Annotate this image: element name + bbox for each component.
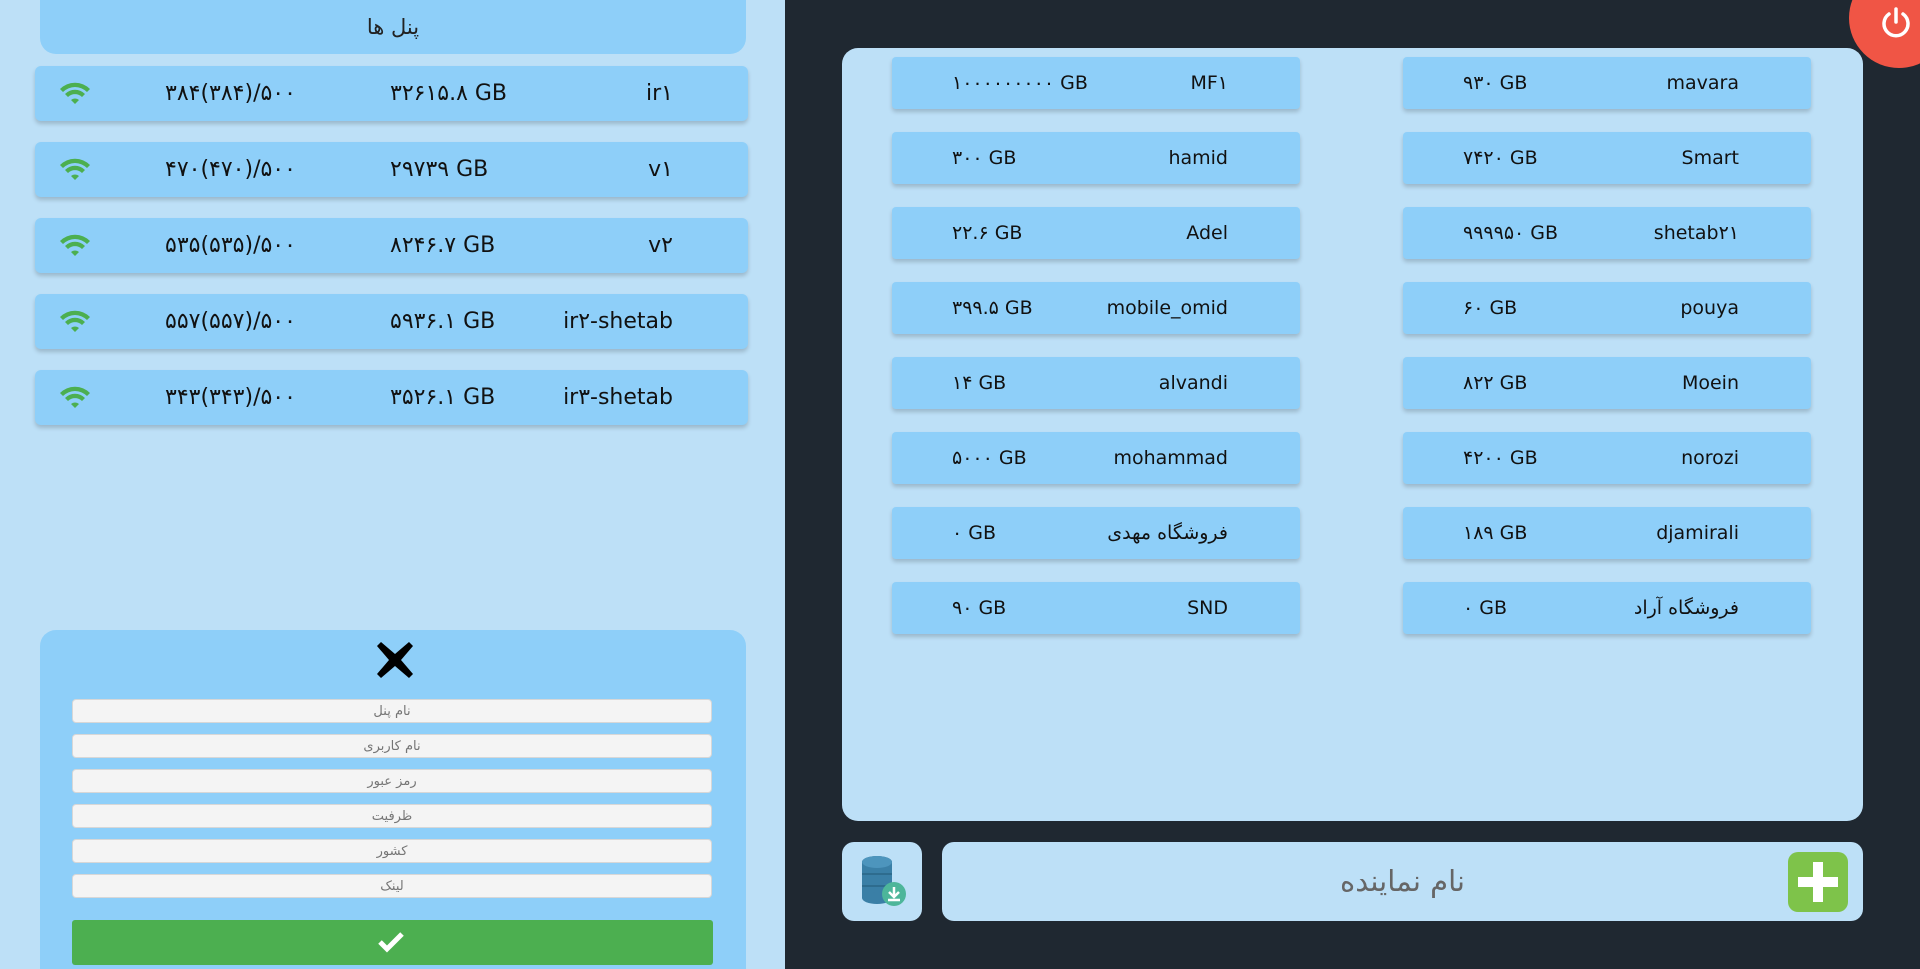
database-download-icon <box>862 856 906 906</box>
agent-card[interactable]: ۱۸۹ GB djamirali <box>1403 507 1811 559</box>
agent-name: alvandi <box>1158 372 1228 394</box>
server-name: ir۱ <box>646 81 673 106</box>
plus-icon <box>1798 862 1838 902</box>
agent-name: norozi <box>1681 447 1739 469</box>
agent-volume: ۲۲.۶ GB <box>952 222 1023 244</box>
server-row[interactable]: ۳۸۴(۳۸۴)/۵۰۰ ۳۲۶۱۵.۸ GB ir۱ <box>35 66 748 121</box>
agent-name: Moein <box>1681 372 1739 394</box>
wifi-icon <box>60 82 90 104</box>
agent-name: فروشگاه آراد <box>1633 597 1739 619</box>
agent-name: MF۱ <box>1190 72 1228 94</box>
agent-volume: ۹۰ GB <box>952 597 1007 619</box>
agent-volume: ۳۰۰ GB <box>952 147 1017 169</box>
agent-name: فروشگاه مهدی <box>1107 522 1228 544</box>
database-download-button[interactable] <box>842 842 922 921</box>
agent-card[interactable]: ۳۹۹.۵ GB mobile_omid <box>892 282 1300 334</box>
add-panel-form <box>40 630 746 969</box>
server-volume: ۸۲۴۶.۷ GB <box>390 233 496 258</box>
submit-button[interactable] <box>72 920 713 965</box>
agent-volume: ۹۹۹۹۵۰ GB <box>1463 222 1559 244</box>
server-users: ۵۳۵(۵۳۵)/۵۰۰ <box>165 233 296 258</box>
server-name: v۱ <box>648 157 673 182</box>
wifi-icon <box>60 234 90 256</box>
agent-volume: ۱۸۹ GB <box>1463 522 1528 544</box>
country-input[interactable] <box>72 839 712 863</box>
wifi-icon <box>60 386 90 408</box>
agent-card[interactable]: ۹۹۹۹۵۰ GB shetab۲۱ <box>1403 207 1811 259</box>
agent-card[interactable]: ۵۰۰۰ GB mohammad <box>892 432 1300 484</box>
wifi-icon <box>60 158 90 180</box>
server-name: v۲ <box>648 233 673 258</box>
server-volume: ۵۹۳۶.۱ GB <box>390 309 496 334</box>
agent-card[interactable]: ۰ GB فروشگاه مهدی <box>892 507 1300 559</box>
server-users: ۳۴۳(۳۴۳)/۵۰۰ <box>165 385 296 410</box>
server-volume: ۳۲۶۱۵.۸ GB <box>390 81 508 106</box>
agent-card[interactable]: ۹۰ GB SND <box>892 582 1300 634</box>
agent-volume: ۹۳۰ GB <box>1463 72 1528 94</box>
server-name: ir۲-shetab <box>563 309 673 334</box>
agent-name: mobile_omid <box>1106 297 1228 319</box>
agent-card[interactable]: ۴۲۰۰ GB norozi <box>1403 432 1811 484</box>
agent-name: Adel <box>1186 222 1228 244</box>
agent-name: mavara <box>1666 72 1740 94</box>
add-agent-button[interactable] <box>1788 852 1848 912</box>
wifi-icon <box>60 310 90 332</box>
server-volume: ۳۵۲۶.۱ GB <box>390 385 496 410</box>
agent-card[interactable]: ۶۰ GB pouya <box>1403 282 1811 334</box>
agent-volume: ۳۹۹.۵ GB <box>952 297 1033 319</box>
agent-card[interactable]: ۱۰۰۰۰۰۰۰۰۰ GB MF۱ <box>892 57 1300 109</box>
agent-volume: ۸۲۲ GB <box>1463 372 1528 394</box>
agent-volume: ۱۴ GB <box>952 372 1007 394</box>
server-row[interactable]: ۴۷۰(۴۷۰)/۵۰۰ ۲۹۷۳۹ GB v۱ <box>35 142 748 197</box>
agent-name: pouya <box>1680 297 1739 319</box>
agent-card[interactable]: ۳۰۰ GB hamid <box>892 132 1300 184</box>
panels-title: پنل ها <box>40 0 746 54</box>
agent-card[interactable]: ۷۴۲۰ GB Smart <box>1403 132 1811 184</box>
capacity-input[interactable] <box>72 804 712 828</box>
agent-card[interactable]: ۹۳۰ GB mavara <box>1403 57 1811 109</box>
server-row[interactable]: ۵۵۷(۵۵۷)/۵۰۰ ۵۹۳۶.۱ GB ir۲-shetab <box>35 294 748 349</box>
link-input[interactable] <box>72 874 712 898</box>
agent-name: djamirali <box>1656 522 1739 544</box>
server-name: ir۳-shetab <box>563 385 673 410</box>
agent-volume: ۱۰۰۰۰۰۰۰۰۰ GB <box>952 72 1088 94</box>
server-row[interactable]: ۳۴۳(۳۴۳)/۵۰۰ ۳۵۲۶.۱ GB ir۳-shetab <box>35 370 748 425</box>
server-volume: ۲۹۷۳۹ GB <box>390 157 489 182</box>
agent-name: shetab۲۱ <box>1653 222 1739 244</box>
agent-card[interactable]: ۱۴ GB alvandi <box>892 357 1300 409</box>
agent-name: Smart <box>1681 147 1739 169</box>
close-icon[interactable] <box>375 640 415 680</box>
panel-name-input[interactable] <box>72 699 712 723</box>
username-input[interactable] <box>72 734 712 758</box>
agent-volume: ۷۴۲۰ GB <box>1463 147 1538 169</box>
agent-volume: ۰ GB <box>1463 597 1508 619</box>
agent-card[interactable]: ۰ GB فروشگاه آراد <box>1403 582 1811 634</box>
agent-volume: ۴۲۰۰ GB <box>1463 447 1538 469</box>
agent-name: SND <box>1187 597 1228 619</box>
add-agent-bar[interactable]: نام نماینده <box>942 842 1863 921</box>
agent-volume: ۰ GB <box>952 522 997 544</box>
agent-name: mohammad <box>1113 447 1228 469</box>
server-users: ۵۵۷(۵۵۷)/۵۰۰ <box>165 309 296 334</box>
agent-name-input[interactable]: نام نماینده <box>942 842 1863 921</box>
password-input[interactable] <box>72 769 712 793</box>
server-users: ۳۸۴(۳۸۴)/۵۰۰ <box>165 81 296 106</box>
agent-volume: ۵۰۰۰ GB <box>952 447 1027 469</box>
check-icon <box>378 932 404 953</box>
power-icon <box>1882 7 1910 38</box>
agent-card[interactable]: ۲۲.۶ GB Adel <box>892 207 1300 259</box>
agents-grid: ۱۰۰۰۰۰۰۰۰۰ GB MF۱ ۳۰۰ GB hamid ۲۲.۶ GB Adel… <box>842 48 1863 821</box>
server-users: ۴۷۰(۴۷۰)/۵۰۰ <box>165 157 296 182</box>
agent-card[interactable]: ۸۲۲ GB Moein <box>1403 357 1811 409</box>
agent-name: hamid <box>1168 147 1228 169</box>
server-row[interactable]: ۵۳۵(۵۳۵)/۵۰۰ ۸۲۴۶.۷ GB v۲ <box>35 218 748 273</box>
agent-volume: ۶۰ GB <box>1463 297 1518 319</box>
panels-sidebar: پنل ها ۳۸۴(۳۸۴)/۵۰۰ ۳۲۶۱۵.۸ GB ir۱ ۴۷۰(۴… <box>0 0 785 969</box>
